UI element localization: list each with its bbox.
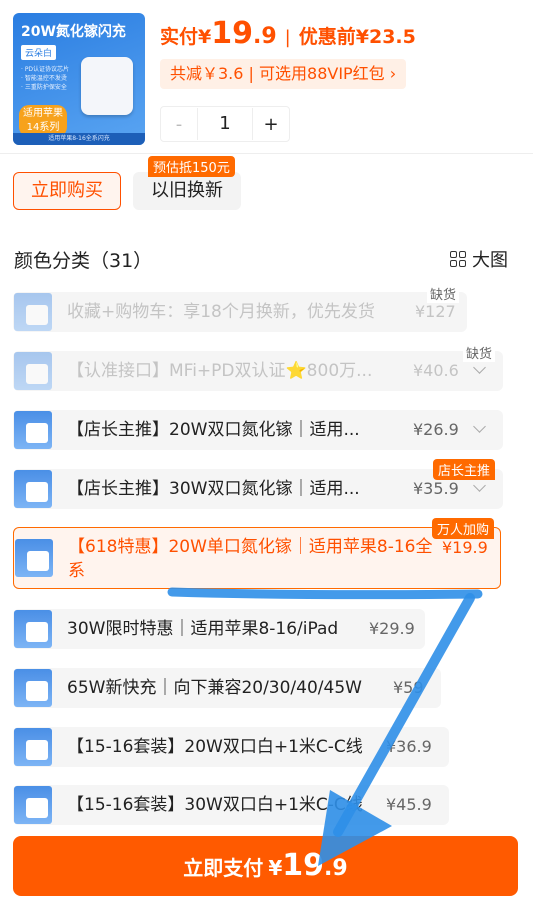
sku-price: ¥40.6 — [413, 361, 459, 380]
sku-option[interactable]: 【店长主推】20W双口氮化镓｜适用... ¥26.9 — [13, 410, 503, 450]
sku-thumbnail — [14, 293, 52, 331]
pay-label: 立即支付 — [183, 856, 264, 880]
sku-label: 【618特惠】20W单口氮化镓｜适用苹果8-16全系 — [68, 537, 433, 581]
sku-thumbnail — [14, 728, 52, 766]
popular-tag: 万人加购 — [432, 518, 495, 539]
decrease-button[interactable]: - — [161, 114, 197, 135]
pay-currency: ¥ — [268, 856, 283, 880]
pay-int: 19 — [282, 848, 325, 883]
paid-int: 19 — [211, 16, 253, 51]
sku-thumbnail — [14, 610, 52, 648]
price-separator: | — [284, 27, 291, 48]
sku-option[interactable]: 【认准接口】MFi+PD双认证⭐800万... ¥40.6 缺货 — [13, 343, 503, 391]
sku-thumbnail — [15, 539, 53, 577]
store-pick-tag: 店长主推 — [433, 459, 496, 480]
product-thumbnail[interactable]: 20W氮化镓闪充 云朵白 · PD认证协议芯片 · 智能温控不发烫 · 三重防护… — [13, 13, 145, 145]
sku-label: 30W限时特惠｜适用苹果8-16/iPad — [67, 619, 339, 639]
sku-price: ¥59 — [393, 678, 424, 697]
sku-option[interactable]: 收藏+购物车：享18个月换新，优先发货 ¥127 缺货 — [13, 284, 467, 332]
sku-option-selected[interactable]: 【618特惠】20W单口氮化镓｜适用苹果8-16全系 ¥19.9 万人加购 — [13, 518, 501, 589]
sku-label: 收藏+购物车：享18个月换新，优先发货 — [67, 302, 375, 322]
out-of-stock-tag: 缺货 — [463, 343, 496, 362]
sku-price: ¥45.9 — [386, 795, 432, 814]
sku-label: 【认准接口】MFi+PD双认证⭐800万... — [67, 361, 373, 381]
sku-option[interactable]: 【店长主推】30W双口氮化镓｜适用... ¥35.9 店长主推 — [13, 459, 503, 509]
sku-option[interactable]: 30W限时特惠｜适用苹果8-16/iPad ¥29.9 — [13, 609, 425, 649]
sku-price: ¥29.9 — [369, 619, 415, 638]
thumb-bullet: · PD认证协议芯片 — [21, 66, 70, 73]
thumb-footer: 适用苹果8-16全系闪充 — [13, 133, 145, 145]
sku-thumbnail — [14, 786, 52, 824]
promo-banner[interactable]: 共减￥3.6 | 可选用88VIP红包 › — [160, 59, 407, 89]
pay-now-button[interactable]: 立即支付 ¥19.9 — [13, 836, 518, 896]
buy-now-option[interactable]: 立即购买 — [13, 172, 121, 210]
sku-option[interactable]: 【15-16套装】20W双口白+1米C-C线 ¥36.9 — [13, 727, 449, 767]
big-view-toggle[interactable]: 大图 — [450, 246, 508, 272]
charger-image — [81, 57, 133, 115]
sku-label: 【店长主推】20W双口氮化镓｜适用... — [67, 420, 360, 440]
grid-icon — [450, 251, 466, 267]
before-label: 优惠前 — [298, 26, 356, 48]
thumb-bullet: · 智能温控不发烫 — [21, 75, 67, 82]
sku-price: ¥26.9 — [413, 420, 459, 439]
big-view-label: 大图 — [472, 250, 508, 271]
sku-label: 【店长主推】30W双口氮化镓｜适用... — [67, 479, 360, 499]
chevron-down-icon — [473, 479, 486, 492]
sku-label: 【15-16套装】30W双口白+1米C-C线 — [67, 795, 363, 815]
sku-thumbnail — [14, 669, 52, 707]
increase-button[interactable]: + — [253, 114, 289, 135]
trade-in-option[interactable]: 以旧换新 — [133, 172, 241, 210]
sku-label: 【15-16套装】20W双口白+1米C-C线 — [67, 737, 363, 757]
divider — [0, 153, 533, 154]
paid-currency: ¥ — [198, 26, 212, 48]
thumb-variant: 云朵白 — [21, 45, 57, 60]
color-category-title: 颜色分类（31） — [14, 250, 153, 272]
paid-dec: .9 — [253, 24, 277, 49]
pay-dec: .9 — [324, 856, 348, 881]
quantity-value[interactable]: 1 — [197, 108, 253, 140]
thumb-bullet: · 三重防护保安全 — [21, 84, 67, 91]
trade-in-estimate-badge: 预估抵150元 — [148, 156, 235, 177]
before-value: ¥23.5 — [355, 26, 416, 48]
sku-label: 65W新快充｜向下兼容20/30/40/45W — [67, 678, 362, 698]
quantity-stepper: - 1 + — [160, 106, 290, 142]
chevron-down-icon — [473, 361, 486, 374]
sku-price: ¥36.9 — [386, 737, 432, 756]
sku-option[interactable]: 【15-16套装】30W双口白+1米C-C线 ¥45.9 — [13, 785, 449, 825]
sku-option[interactable]: 65W新快充｜向下兼容20/30/40/45W ¥59 — [13, 668, 441, 708]
thumb-title: 20W氮化镓闪充 — [21, 24, 126, 40]
paid-label: 实付 — [160, 26, 199, 48]
sku-thumbnail — [14, 352, 52, 390]
chevron-down-icon — [473, 420, 486, 433]
thumb-bullets: · PD认证协议芯片 · 智能温控不发烫 · 三重防护保安全 — [21, 65, 69, 92]
price-line: 实付 ¥ 19 .9 | 优惠前 ¥23.5 — [160, 16, 416, 51]
sku-thumbnail — [14, 411, 52, 449]
out-of-stock-tag: 缺货 — [427, 284, 460, 303]
sku-thumbnail — [14, 470, 52, 508]
